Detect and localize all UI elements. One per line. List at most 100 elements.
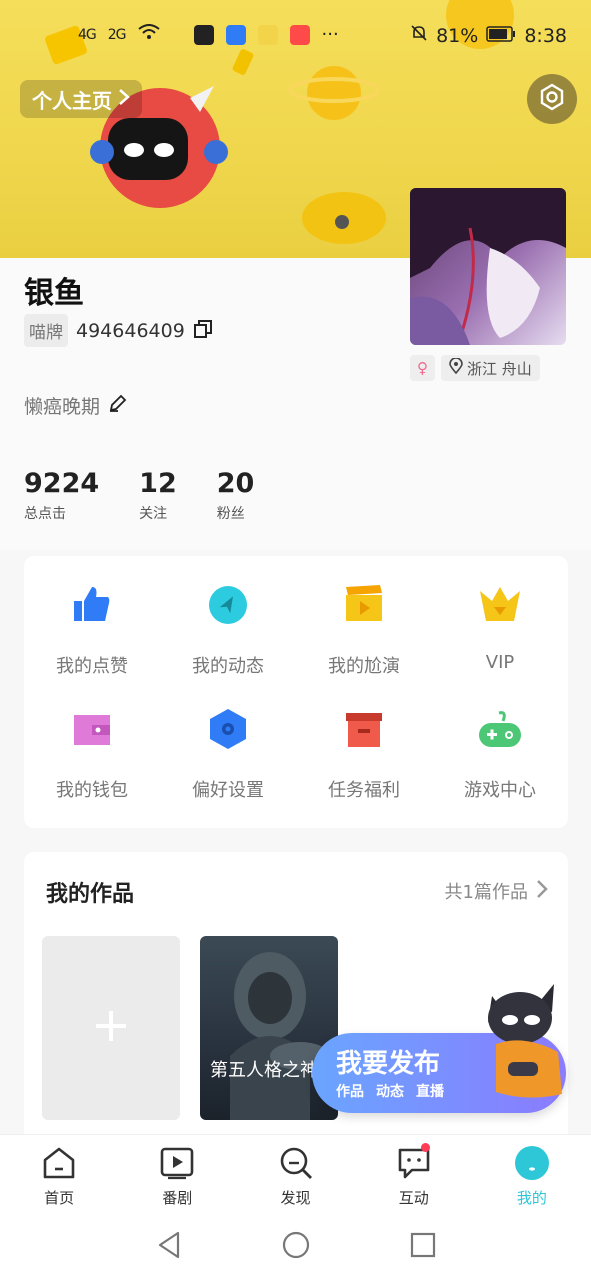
menu-label: VIP bbox=[485, 652, 515, 673]
thumbs-up-icon bbox=[69, 582, 115, 628]
home-icon bbox=[41, 1145, 77, 1181]
status-left: 4G 2G ··· bbox=[78, 24, 339, 45]
recents-icon[interactable] bbox=[410, 1232, 436, 1262]
clock: 8:38 bbox=[524, 24, 567, 47]
tab-anime[interactable]: 番剧 bbox=[118, 1135, 236, 1214]
signal-indicator-2: 2G bbox=[107, 26, 127, 43]
stat-clicks: 9224 总点击 bbox=[24, 468, 99, 523]
wifi-icon bbox=[137, 24, 160, 45]
hexagon-settings-icon bbox=[205, 706, 251, 752]
status-right: 81% 8:38 bbox=[410, 24, 567, 47]
chevron-right-icon bbox=[118, 87, 130, 111]
mute-icon bbox=[410, 24, 428, 47]
more-notifications: ··· bbox=[321, 24, 339, 45]
plus-icon bbox=[94, 1009, 128, 1047]
status-bar: 4G 2G ··· 81% 8:38 bbox=[0, 24, 591, 54]
publish-option: 作品 bbox=[336, 1084, 364, 1100]
menu-item-preferences[interactable]: 偏好设置 bbox=[160, 706, 296, 830]
bio-row[interactable]: 懒癌晚期 bbox=[24, 392, 128, 419]
edit-icon bbox=[108, 393, 128, 418]
gear-icon bbox=[538, 83, 566, 115]
publish-option: 动态 bbox=[376, 1084, 404, 1100]
notification-app-icon bbox=[225, 24, 246, 45]
tab-interaction[interactable]: 互动 bbox=[355, 1135, 473, 1214]
works-title: 我的作品 bbox=[46, 882, 135, 907]
stat-value: 20 bbox=[216, 468, 255, 499]
discover-icon bbox=[278, 1145, 314, 1181]
stat-value: 9224 bbox=[24, 468, 100, 499]
stat-fans[interactable]: 20 粉丝 bbox=[217, 468, 255, 523]
tab-discover[interactable]: 发现 bbox=[236, 1135, 354, 1214]
stats-row: 9224 总点击 12 关注 20 粉丝 bbox=[24, 468, 294, 523]
battery-percent: 81% bbox=[436, 24, 479, 47]
menu-item-moments[interactable]: 我的动态 bbox=[160, 582, 296, 706]
tab-home[interactable]: 首页 bbox=[0, 1135, 118, 1214]
feature-menu-card: 我的点赞 我的动态 我的尬演 VIP 我的钱包 偏好设置 任务福利 游戏中心 bbox=[24, 556, 568, 828]
bottom-tab-bar: 首页 番剧 发现 互动 我的 bbox=[0, 1134, 591, 1214]
tab-label: 番剧 bbox=[162, 1189, 193, 1207]
menu-label: 我的尬演 bbox=[328, 656, 400, 677]
menu-item-likes[interactable]: 我的点赞 bbox=[24, 582, 160, 706]
tab-label: 首页 bbox=[44, 1189, 75, 1207]
location-badge: 浙江 舟山 bbox=[441, 355, 540, 381]
tab-mine[interactable]: 我的 bbox=[473, 1135, 591, 1214]
system-navigation-bar bbox=[0, 1214, 591, 1280]
bio-text: 懒癌晚期 bbox=[24, 396, 101, 418]
menu-item-vip[interactable]: VIP bbox=[432, 582, 568, 706]
tab-label: 互动 bbox=[398, 1189, 429, 1207]
play-icon bbox=[159, 1145, 195, 1181]
stat-label: 总点击 bbox=[24, 506, 66, 522]
stat-following[interactable]: 12 关注 bbox=[139, 468, 177, 523]
publish-option: 直播 bbox=[416, 1084, 444, 1100]
menu-label: 游戏中心 bbox=[464, 780, 536, 801]
battery-icon bbox=[486, 25, 516, 47]
cat-mascot-icon bbox=[478, 982, 570, 1102]
menu-item-wallet[interactable]: 我的钱包 bbox=[24, 706, 160, 830]
female-icon: ♀ bbox=[417, 359, 428, 377]
works-count-link[interactable]: 共1篇作品 bbox=[445, 878, 548, 904]
notification-app-icon bbox=[289, 24, 310, 45]
user-id-row: 喵牌 494646409 bbox=[24, 314, 213, 347]
gamepad-icon bbox=[477, 706, 523, 752]
copy-icon[interactable] bbox=[193, 319, 213, 343]
stat-label: 关注 bbox=[139, 506, 168, 522]
wallet-icon bbox=[69, 706, 115, 752]
menu-label: 我的点赞 bbox=[56, 656, 128, 677]
personal-homepage-button[interactable]: 个人主页 bbox=[20, 80, 142, 118]
location-pin-icon bbox=[449, 357, 463, 378]
profile-icon bbox=[514, 1145, 550, 1181]
signal-indicator-1: 4G bbox=[78, 26, 97, 43]
notification-dot bbox=[420, 1143, 430, 1152]
settings-button[interactable] bbox=[527, 74, 577, 124]
stat-value: 12 bbox=[139, 468, 177, 499]
message-icon bbox=[396, 1143, 432, 1181]
menu-item-game-center[interactable]: 游戏中心 bbox=[432, 706, 568, 830]
crown-icon bbox=[477, 582, 523, 628]
home-circle-icon[interactable] bbox=[282, 1231, 310, 1263]
add-work-button[interactable] bbox=[42, 936, 180, 1120]
tab-label: 我的 bbox=[516, 1189, 547, 1207]
publish-title: 我要发布 bbox=[336, 1049, 441, 1079]
menu-label: 我的动态 bbox=[192, 656, 264, 677]
personal-homepage-label: 个人主页 bbox=[32, 88, 112, 113]
works-count: 共1篇作品 bbox=[444, 882, 528, 903]
menu-label: 任务福利 bbox=[328, 780, 400, 801]
avatar[interactable] bbox=[410, 188, 566, 345]
menu-item-tasks[interactable]: 任务福利 bbox=[296, 706, 432, 830]
id-tag: 喵牌 bbox=[24, 314, 68, 347]
menu-label: 我的钱包 bbox=[56, 780, 128, 801]
clapperboard-icon bbox=[341, 582, 387, 628]
gender-badge: ♀ bbox=[410, 355, 435, 381]
back-icon[interactable] bbox=[156, 1231, 182, 1263]
publish-options: 作品 动态 直播 bbox=[336, 1081, 444, 1101]
user-id: 494646409 bbox=[76, 319, 185, 342]
profile-tags: ♀ 浙江 舟山 bbox=[410, 355, 540, 381]
compass-icon bbox=[205, 582, 251, 628]
menu-item-performances[interactable]: 我的尬演 bbox=[296, 582, 432, 706]
notification-app-icon bbox=[193, 24, 214, 45]
gift-box-icon bbox=[341, 706, 387, 752]
username: 银鱼 bbox=[24, 276, 84, 311]
menu-label: 偏好设置 bbox=[192, 780, 264, 801]
notification-app-icon bbox=[257, 24, 278, 45]
location-text: 浙江 舟山 bbox=[467, 359, 532, 378]
